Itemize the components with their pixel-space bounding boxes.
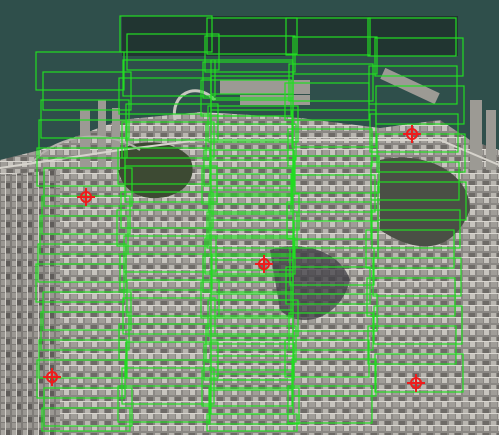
pier — [470, 100, 482, 170]
aerial-map-view[interactable] — [0, 0, 499, 435]
map-canvas[interactable] — [0, 0, 499, 435]
pier — [220, 80, 310, 94]
pier — [80, 110, 90, 170]
